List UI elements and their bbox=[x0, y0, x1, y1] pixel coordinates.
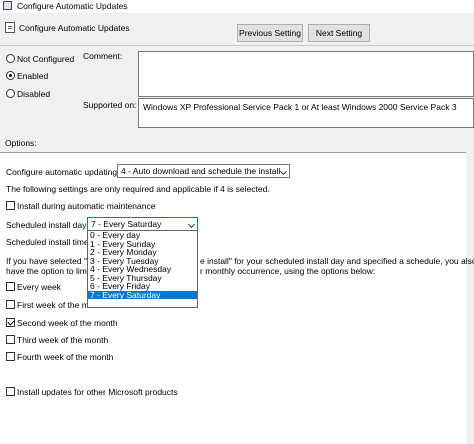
paragraph-line2-start: have the option to limit bbox=[6, 266, 92, 276]
third-week-checkbox[interactable] bbox=[6, 335, 15, 344]
configure-updating-select[interactable]: 4 - Auto download and schedule the insta… bbox=[117, 164, 290, 178]
options-scrollbar[interactable] bbox=[466, 152, 474, 444]
paragraph-line1-end: e install" for your scheduled install da… bbox=[200, 256, 474, 266]
previous-setting-button[interactable]: Previous Setting bbox=[237, 24, 303, 42]
configure-updating-value: 4 - Auto download and schedule the insta… bbox=[121, 166, 281, 176]
chevron-down-icon bbox=[187, 220, 196, 229]
chevron-down-icon bbox=[279, 167, 288, 176]
window-title: Configure Automatic Updates bbox=[17, 1, 128, 11]
enabled-label[interactable]: Enabled bbox=[17, 71, 48, 81]
policy-setting-icon bbox=[5, 22, 15, 33]
second-week-checkbox[interactable] bbox=[6, 318, 15, 327]
first-week-checkbox[interactable] bbox=[6, 300, 15, 309]
not-configured-label[interactable]: Not Configured bbox=[17, 54, 74, 64]
fourth-week-label[interactable]: Fourth week of the month bbox=[17, 352, 113, 362]
every-week-checkbox[interactable] bbox=[6, 282, 15, 291]
install-day-select[interactable]: 7 - Every Saturday bbox=[87, 217, 198, 231]
options-label: Options: bbox=[5, 138, 37, 148]
disabled-radio[interactable] bbox=[6, 89, 15, 98]
comment-textarea[interactable] bbox=[138, 51, 474, 97]
third-week-label[interactable]: Third week of the month bbox=[17, 335, 108, 345]
install-day-value: 7 - Every Saturday bbox=[91, 219, 162, 229]
second-week-label[interactable]: Second week of the month bbox=[17, 318, 118, 328]
policy-title: Configure Automatic Updates bbox=[19, 23, 130, 33]
policy-window-icon bbox=[3, 1, 12, 10]
paragraph-line1-start: If you have selected "4 bbox=[6, 256, 92, 266]
fourth-week-checkbox[interactable] bbox=[6, 352, 15, 361]
other-products-checkbox[interactable] bbox=[6, 387, 15, 396]
install-time-label: Scheduled install time: bbox=[6, 237, 92, 247]
install-maintenance-checkbox[interactable] bbox=[6, 201, 15, 210]
comment-label: Comment: bbox=[83, 51, 123, 61]
other-products-label[interactable]: Install updates for other Microsoft prod… bbox=[17, 387, 178, 397]
install-day-dropdown-list: 0 - Every day 1 - Every Sunday 2 - Every… bbox=[87, 230, 198, 308]
not-configured-radio[interactable] bbox=[6, 54, 15, 63]
header-divider bbox=[0, 45, 474, 46]
paragraph-line2-end: r monthly occurrence, using the options … bbox=[200, 266, 376, 276]
disabled-label[interactable]: Disabled bbox=[17, 89, 50, 99]
every-week-label[interactable]: Every week bbox=[17, 282, 61, 292]
day-option-selected[interactable]: 7 - Every Saturday bbox=[88, 290, 197, 299]
enabled-radio[interactable] bbox=[6, 71, 15, 80]
configure-updating-label: Configure automatic updating: bbox=[6, 167, 120, 177]
next-setting-button[interactable]: Next Setting bbox=[308, 24, 370, 42]
install-maintenance-label[interactable]: Install during automatic maintenance bbox=[17, 201, 155, 211]
supported-on-field: Windows XP Professional Service Pack 1 o… bbox=[138, 98, 474, 128]
options-panel bbox=[0, 152, 474, 444]
supported-on-label: Supported on: bbox=[83, 100, 137, 110]
install-day-label: Scheduled install day: bbox=[6, 220, 89, 230]
settings-note: The following settings are only required… bbox=[6, 184, 270, 194]
